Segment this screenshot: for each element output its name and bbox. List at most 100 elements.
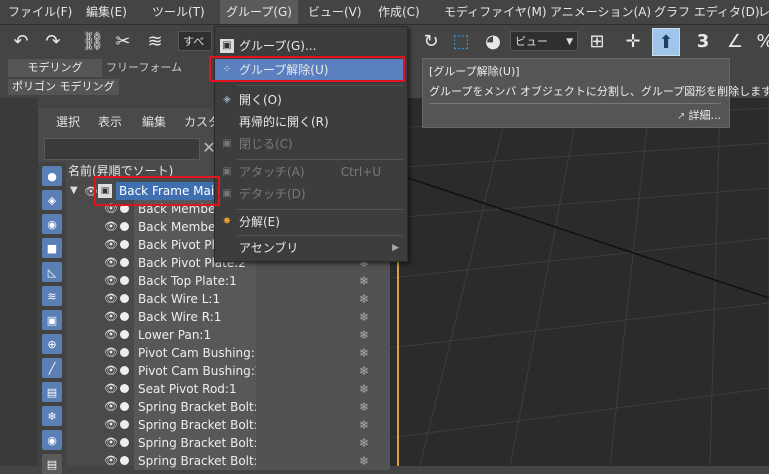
menu-modifiers[interactable]: モディファイヤ(M) (438, 0, 553, 24)
object-name[interactable]: Spring Bracket Bolt:1 (134, 398, 256, 416)
display-shapes-icon[interactable]: ◈ (42, 190, 62, 210)
menu-graph-editors[interactable]: グラフ エディタ(D) (648, 0, 766, 24)
menu-animation[interactable]: アニメーション(A) (544, 0, 657, 24)
object-name[interactable]: Spring Bracket Bolt:4 (134, 452, 256, 470)
visibility-eye-icon[interactable]: 👁 (104, 257, 118, 269)
object-name[interactable]: Pivot Cam Bushing:1 (134, 344, 256, 362)
undo-icon[interactable]: ↶ (8, 28, 34, 54)
snap-toggle-icon[interactable]: 3 (690, 28, 716, 54)
list-item[interactable]: 👁 Pivot Cam Bushing:2 ❄ (68, 362, 390, 380)
menu-item-close[interactable]: ▣ 閉じる(C) (215, 133, 405, 155)
visibility-eye-icon[interactable]: 👁 (104, 419, 118, 431)
visibility-eye-icon[interactable]: 👁 (104, 221, 118, 233)
rotate-icon[interactable]: ↻ (418, 28, 444, 54)
visibility-eye-icon[interactable]: 👁 (104, 239, 118, 251)
list-item[interactable]: 👁 Lower Pan:1 ❄ (68, 326, 390, 344)
object-name[interactable]: Back Top Plate:1 (134, 272, 256, 290)
link-icon[interactable]: ⛓ (80, 28, 106, 54)
menu-tools[interactable]: ツール(T) (146, 0, 211, 24)
expand-arrow-icon[interactable]: ▼ (70, 185, 78, 196)
display-xrefs-icon[interactable]: ⊕ (42, 334, 62, 354)
explorer-search-input[interactable] (44, 138, 200, 160)
tab-freeform[interactable]: フリーフォーム (98, 59, 190, 77)
visibility-eye-icon[interactable]: 👁 (104, 347, 118, 359)
freeze-icon[interactable]: ❄ (356, 272, 372, 290)
display-lights-icon[interactable]: ◉ (42, 214, 62, 234)
menu-edit[interactable]: 編集(E) (80, 0, 133, 24)
bind-space-warp-icon[interactable]: ≋ (142, 28, 168, 54)
freeze-icon[interactable]: ❄ (356, 398, 372, 416)
object-name[interactable]: Spring Bracket Bolt:2 (134, 416, 256, 434)
ribbon-polygon-modeling[interactable]: ポリゴン モデリング (8, 79, 119, 95)
move-icon[interactable]: ✛ (620, 28, 646, 54)
freeze-icon[interactable]: ❄ (356, 416, 372, 434)
freeze-icon[interactable]: ❄ (356, 380, 372, 398)
select-region-icon[interactable]: ⬚ (448, 28, 474, 54)
select-manipulate-icon[interactable]: ◕ (480, 28, 506, 54)
visibility-eye-icon[interactable]: 👁 (104, 455, 118, 467)
menu-item-group[interactable]: ▣ グループ(G)... (215, 35, 405, 57)
list-item[interactable]: 👁 Spring Bracket Bolt:1 ❄ (68, 398, 390, 416)
percent-snap-icon[interactable]: % (752, 28, 769, 54)
menu-item-attach[interactable]: ▣ アタッチ(A) Ctrl+U (215, 161, 405, 183)
visibility-eye-icon[interactable]: 👁 (104, 275, 118, 287)
unlink-icon[interactable]: ✂ (110, 28, 136, 54)
menu-rendering[interactable]: レ (752, 0, 769, 24)
list-item[interactable]: 👁 Back Wire R:1 ❄ (68, 308, 390, 326)
menu-item-detach[interactable]: ▣ デタッチ(D) (215, 183, 405, 205)
explorer-menu-select[interactable]: 選択 (56, 108, 80, 136)
perspective-viewport[interactable]: +] (390, 98, 769, 466)
visibility-eye-icon[interactable]: 👁 (104, 311, 118, 323)
display-all-icon[interactable]: ▤ (42, 454, 62, 474)
list-item[interactable]: 👁 Back Wire L:1 ❄ (68, 290, 390, 308)
menu-group[interactable]: グループ(G) (220, 0, 298, 24)
menu-item-open-recursively[interactable]: 再帰的に開く(R) (215, 111, 405, 133)
list-item[interactable]: 👁 Spring Bracket Bolt:4 ❄ (68, 452, 390, 470)
menu-item-assembly[interactable]: アセンブリ ▶ (215, 237, 405, 259)
object-name[interactable]: Seat Pivot Rod:1 (134, 380, 256, 398)
display-groups-icon[interactable]: ▣ (42, 310, 62, 330)
visibility-eye-icon[interactable]: 👁 (104, 383, 118, 395)
selection-filter-select[interactable]: すべて (178, 31, 212, 68)
display-helpers-icon[interactable]: ◺ (42, 262, 62, 282)
object-name[interactable]: Back Wire R:1 (134, 308, 256, 326)
menu-item-open[interactable]: ◈ 開く(O) (215, 89, 405, 111)
list-item[interactable]: 👁 Seat Pivot Rod:1 ❄ (68, 380, 390, 398)
freeze-icon[interactable]: ❄ (356, 308, 372, 326)
freeze-icon[interactable]: ❄ (356, 290, 372, 308)
display-geometry-icon[interactable]: ● (42, 166, 62, 186)
object-name[interactable]: Spring Bracket Bolt:3 (134, 434, 256, 452)
freeze-icon[interactable]: ❄ (356, 434, 372, 452)
display-spacewarps-icon[interactable]: ≋ (42, 286, 62, 306)
display-bones-icon[interactable]: ╱ (42, 358, 62, 378)
visibility-eye-icon[interactable]: 👁 (104, 401, 118, 413)
freeze-icon[interactable]: ❄ (356, 452, 372, 470)
display-frozen-icon[interactable]: ❄ (42, 406, 62, 426)
freeze-icon[interactable]: ❄ (356, 362, 372, 380)
display-cameras-icon[interactable]: ■ (42, 238, 62, 258)
tooltip-more-link[interactable]: ↗ 詳細... (677, 107, 721, 123)
object-name[interactable]: Lower Pan:1 (134, 326, 256, 344)
freeze-icon[interactable]: ❄ (356, 326, 372, 344)
reference-coord-select[interactable]: ビュー ▼ (510, 31, 578, 51)
visibility-eye-icon[interactable]: 👁 (104, 437, 118, 449)
display-hidden-icon[interactable]: ◉ (42, 430, 62, 450)
angle-snap-icon[interactable]: ∠ (722, 28, 748, 54)
pivot-center-icon[interactable]: ⊞ (584, 28, 610, 54)
list-item[interactable]: 👁 Pivot Cam Bushing:1 ❄ (68, 344, 390, 362)
list-item[interactable]: 👁 Spring Bracket Bolt:3 ❄ (68, 434, 390, 452)
object-name[interactable]: Pivot Cam Bushing:2 (134, 362, 256, 380)
display-containers-icon[interactable]: ▤ (42, 382, 62, 402)
redo-icon[interactable]: ↷ (40, 28, 66, 54)
keyboard-shortcut-override-icon[interactable]: ⬆ (652, 28, 680, 56)
visibility-eye-icon[interactable]: 👁 (104, 365, 118, 377)
menu-file[interactable]: ファイル(F) (2, 0, 78, 24)
menu-view[interactable]: ビュー(V) (302, 0, 368, 24)
object-name[interactable]: Back Wire L:1 (134, 290, 256, 308)
list-item[interactable]: 👁 Spring Bracket Bolt:2 ❄ (68, 416, 390, 434)
menu-item-explode[interactable]: ✸ 分解(E) (215, 211, 405, 233)
explorer-menu-display[interactable]: 表示 (98, 108, 122, 136)
tab-modeling[interactable]: モデリング (8, 59, 102, 77)
freeze-icon[interactable]: ❄ (356, 344, 372, 362)
list-item[interactable]: 👁 Back Top Plate:1 ❄ (68, 272, 390, 290)
